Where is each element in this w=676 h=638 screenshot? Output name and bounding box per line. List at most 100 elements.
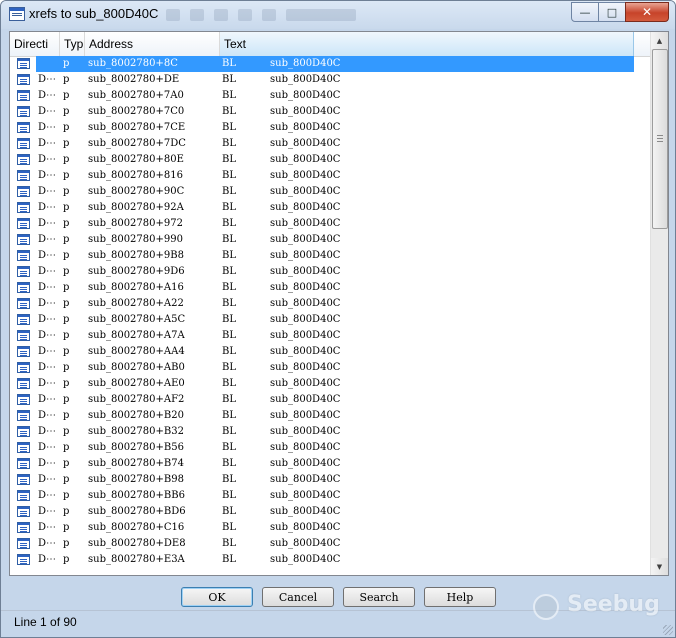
- instruction-cell: BL: [222, 234, 236, 245]
- table-row[interactable]: D⋯ p sub_8002780+9D6 BL sub_800D40C: [10, 264, 651, 280]
- table-row[interactable]: D⋯ p sub_8002780+990 BL sub_800D40C: [10, 232, 651, 248]
- column-header-type[interactable]: Typ: [60, 32, 85, 56]
- operand-cell: sub_800D40C: [270, 426, 341, 437]
- table-row[interactable]: D⋯ p sub_8002780+A5C BL sub_800D40C: [10, 312, 651, 328]
- column-header-direction[interactable]: Directi: [10, 32, 60, 56]
- help-button[interactable]: Help: [424, 587, 496, 607]
- operand-cell: sub_800D40C: [270, 346, 341, 357]
- instruction-cell: BL: [222, 538, 236, 549]
- vertical-scrollbar[interactable]: ▲ ▼: [650, 32, 668, 575]
- resize-grip-icon[interactable]: [663, 625, 673, 635]
- operand-cell: sub_800D40C: [270, 90, 341, 101]
- instruction-cell: BL: [222, 362, 236, 373]
- type-cell: p: [63, 554, 70, 565]
- address-cell: sub_8002780+AE0: [88, 378, 185, 389]
- address-cell: sub_8002780+AA4: [88, 346, 185, 357]
- table-row[interactable]: D⋯ p sub_8002780+B56 BL sub_800D40C: [10, 440, 651, 456]
- close-button[interactable]: ✕: [625, 2, 669, 22]
- table-row[interactable]: p sub_8002780+8C BL sub_800D40C: [10, 56, 651, 72]
- scroll-down-button[interactable]: ▼: [651, 558, 668, 575]
- address-cell: sub_8002780+BB6: [88, 490, 185, 501]
- direction-cell: D⋯: [38, 378, 57, 389]
- scroll-up-button[interactable]: ▲: [651, 32, 668, 49]
- table-row[interactable]: D⋯ p sub_8002780+B74 BL sub_800D40C: [10, 456, 651, 472]
- table-row[interactable]: D⋯ p sub_8002780+80E BL sub_800D40C: [10, 152, 651, 168]
- xref-icon: [17, 106, 30, 117]
- address-cell: sub_8002780+DE8: [88, 538, 186, 549]
- operand-cell: sub_800D40C: [270, 186, 341, 197]
- type-cell: p: [63, 298, 70, 309]
- table-row[interactable]: D⋯ p sub_8002780+7CE BL sub_800D40C: [10, 120, 651, 136]
- ok-button[interactable]: OK: [181, 587, 253, 607]
- direction-cell: D⋯: [38, 554, 57, 565]
- direction-cell: D⋯: [38, 362, 57, 373]
- instruction-cell: BL: [222, 250, 236, 261]
- title-bar[interactable]: xrefs to sub_800D40C — □ ✕: [1, 1, 675, 29]
- table-row[interactable]: D⋯ p sub_8002780+A16 BL sub_800D40C: [10, 280, 651, 296]
- table-row[interactable]: D⋯ p sub_8002780+AE0 BL sub_800D40C: [10, 376, 651, 392]
- direction-cell: D⋯: [38, 202, 57, 213]
- type-cell: p: [63, 218, 70, 229]
- direction-cell: D⋯: [38, 138, 57, 149]
- table-row[interactable]: D⋯ p sub_8002780+B20 BL sub_800D40C: [10, 408, 651, 424]
- table-row[interactable]: D⋯ p sub_8002780+A7A BL sub_800D40C: [10, 328, 651, 344]
- operand-cell: sub_800D40C: [270, 378, 341, 389]
- instruction-cell: BL: [222, 314, 236, 325]
- table-row[interactable]: D⋯ p sub_8002780+DE BL sub_800D40C: [10, 72, 651, 88]
- table-row[interactable]: D⋯ p sub_8002780+BD6 BL sub_800D40C: [10, 504, 651, 520]
- xref-icon: [17, 490, 30, 501]
- address-cell: sub_8002780+BD6: [88, 506, 186, 517]
- table-row[interactable]: D⋯ p sub_8002780+816 BL sub_800D40C: [10, 168, 651, 184]
- xref-icon: [17, 538, 30, 549]
- table-row[interactable]: D⋯ p sub_8002780+9B8 BL sub_800D40C: [10, 248, 651, 264]
- xrefs-list[interactable]: Directi Typ Address Text p sub_8002780+8C…: [9, 31, 669, 576]
- table-row[interactable]: D⋯ p sub_8002780+DE8 BL sub_800D40C: [10, 536, 651, 552]
- column-header-address[interactable]: Address: [85, 32, 220, 56]
- column-header-text[interactable]: Text: [220, 32, 634, 56]
- instruction-cell: BL: [222, 506, 236, 517]
- address-cell: sub_8002780+7A0: [88, 90, 184, 101]
- type-cell: p: [63, 282, 70, 293]
- table-row[interactable]: D⋯ p sub_8002780+7C0 BL sub_800D40C: [10, 104, 651, 120]
- address-cell: sub_8002780+90C: [88, 186, 185, 197]
- direction-cell: D⋯: [38, 410, 57, 421]
- table-row[interactable]: D⋯ p sub_8002780+E3A BL sub_800D40C: [10, 552, 651, 568]
- direction-cell: D⋯: [38, 442, 57, 453]
- table-row[interactable]: D⋯ p sub_8002780+AF2 BL sub_800D40C: [10, 392, 651, 408]
- background-toolbar-ghost: [166, 7, 536, 23]
- table-row[interactable]: D⋯ p sub_8002780+B32 BL sub_800D40C: [10, 424, 651, 440]
- type-cell: p: [63, 490, 70, 501]
- operand-cell: sub_800D40C: [270, 410, 341, 421]
- address-cell: sub_8002780+AF2: [88, 394, 185, 405]
- maximize-button[interactable]: □: [598, 2, 626, 22]
- table-row[interactable]: D⋯ p sub_8002780+972 BL sub_800D40C: [10, 216, 651, 232]
- address-cell: sub_8002780+B56: [88, 442, 184, 453]
- table-row[interactable]: D⋯ p sub_8002780+A22 BL sub_800D40C: [10, 296, 651, 312]
- type-cell: p: [63, 522, 70, 533]
- table-row[interactable]: D⋯ p sub_8002780+7A0 BL sub_800D40C: [10, 88, 651, 104]
- address-cell: sub_8002780+9D6: [88, 266, 185, 277]
- address-cell: sub_8002780+A7A: [88, 330, 185, 341]
- table-row[interactable]: D⋯ p sub_8002780+B98 BL sub_800D40C: [10, 472, 651, 488]
- table-row[interactable]: D⋯ p sub_8002780+7DC BL sub_800D40C: [10, 136, 651, 152]
- operand-cell: sub_800D40C: [270, 170, 341, 181]
- status-text: Line 1 of 90: [14, 615, 77, 629]
- scroll-thumb[interactable]: [652, 49, 668, 229]
- table-row[interactable]: D⋯ p sub_8002780+AA4 BL sub_800D40C: [10, 344, 651, 360]
- search-button[interactable]: Search: [343, 587, 415, 607]
- instruction-cell: BL: [222, 74, 236, 85]
- table-row[interactable]: D⋯ p sub_8002780+90C BL sub_800D40C: [10, 184, 651, 200]
- minimize-button[interactable]: —: [571, 2, 599, 22]
- instruction-cell: BL: [222, 458, 236, 469]
- operand-cell: sub_800D40C: [270, 362, 341, 373]
- xref-icon: [17, 234, 30, 245]
- table-row[interactable]: D⋯ p sub_8002780+C16 BL sub_800D40C: [10, 520, 651, 536]
- type-cell: p: [63, 378, 70, 389]
- table-row[interactable]: D⋯ p sub_8002780+92A BL sub_800D40C: [10, 200, 651, 216]
- table-row[interactable]: D⋯ p sub_8002780+BB6 BL sub_800D40C: [10, 488, 651, 504]
- table-row[interactable]: D⋯ p sub_8002780+AB0 BL sub_800D40C: [10, 360, 651, 376]
- address-cell: sub_8002780+B20: [88, 410, 184, 421]
- cancel-button[interactable]: Cancel: [262, 587, 334, 607]
- direction-cell: D⋯: [38, 506, 57, 517]
- operand-cell: sub_800D40C: [270, 106, 341, 117]
